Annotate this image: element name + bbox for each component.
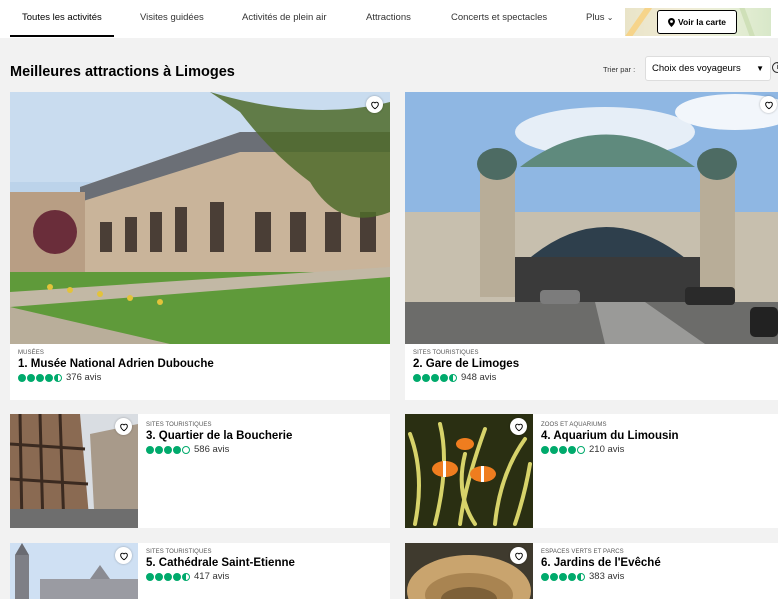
review-count[interactable]: 948 avis: [461, 372, 496, 383]
rating-bubbles: 210 avis: [541, 444, 679, 455]
attraction-name[interactable]: 6. Jardins de l'Evêché: [541, 557, 661, 569]
attraction-category: ZOOS ET AQUARIUMS: [541, 422, 607, 428]
attraction-card-2[interactable]: SITES TOURISTIQUES 2. Gare de Limoges 94…: [405, 92, 778, 400]
heart-icon: [370, 101, 379, 109]
attraction-card-1[interactable]: MUSÉES 1. Musée National Adrien Dubouche…: [10, 92, 390, 400]
top-nav: Toutes les activités Visites guidées Act…: [0, 0, 778, 38]
tab-attractions[interactable]: Attractions: [366, 12, 411, 23]
attraction-name[interactable]: 5. Cathédrale Saint-Etienne: [146, 557, 295, 569]
attraction-card-5[interactable]: SITES TOURISTIQUES 5. Cathédrale Saint-E…: [10, 543, 390, 599]
save-heart-button[interactable]: [115, 418, 132, 435]
heart-icon: [119, 552, 128, 560]
info-icon[interactable]: i: [772, 62, 778, 73]
attraction-category: SITES TOURISTIQUES: [146, 549, 212, 555]
attraction-category: MUSÉES: [18, 350, 44, 356]
review-count[interactable]: 376 avis: [66, 372, 101, 383]
heart-icon: [119, 423, 128, 431]
rating-bubbles: 417 avis: [146, 571, 295, 582]
chevron-down-icon: ⌄: [604, 13, 614, 22]
attraction-name[interactable]: 3. Quartier de la Boucherie: [146, 430, 292, 442]
attraction-category: ESPACES VERTS ET PARCS: [541, 549, 624, 555]
save-heart-button[interactable]: [510, 547, 527, 564]
map-pin-icon: [668, 17, 675, 27]
attraction-category: SITES TOURISTIQUES: [413, 350, 479, 356]
attraction-name[interactable]: 2. Gare de Limoges: [413, 358, 519, 370]
save-heart-button[interactable]: [760, 96, 777, 113]
tab-outdoor-activities[interactable]: Activités de plein air: [242, 12, 326, 23]
rating-bubbles: 383 avis: [541, 571, 661, 582]
attraction-photo-museum[interactable]: [10, 92, 390, 344]
review-count[interactable]: 383 avis: [589, 571, 624, 582]
view-map-label: Voir la carte: [677, 17, 727, 27]
attraction-card-6[interactable]: ESPACES VERTS ET PARCS 6. Jardins de l'E…: [405, 543, 778, 599]
sort-value: Choix des voyageurs: [652, 63, 741, 74]
review-count[interactable]: 210 avis: [589, 444, 624, 455]
attraction-photo-train-station[interactable]: [405, 92, 778, 344]
save-heart-button[interactable]: [510, 418, 527, 435]
heart-icon: [764, 101, 773, 109]
active-tab-indicator: [10, 35, 114, 37]
review-count[interactable]: 417 avis: [194, 571, 229, 582]
attraction-card-3[interactable]: SITES TOURISTIQUES 3. Quartier de la Bou…: [10, 414, 390, 528]
attraction-card-4[interactable]: ZOOS ET AQUARIUMS 4. Aquarium du Limousi…: [405, 414, 778, 528]
tab-concerts-shows[interactable]: Concerts et spectacles: [451, 12, 547, 23]
attraction-name[interactable]: 1. Musée National Adrien Dubouche: [18, 358, 214, 370]
tab-more-label: Plus: [586, 12, 605, 23]
save-heart-button[interactable]: [115, 547, 132, 564]
page-title: Meilleures attractions à Limoges: [10, 64, 235, 80]
caret-down-icon: ▼: [756, 64, 764, 73]
view-map-button[interactable]: Voir la carte: [657, 10, 737, 34]
sort-dropdown[interactable]: Choix des voyageurs ▼: [645, 56, 771, 81]
attraction-name[interactable]: 4. Aquarium du Limousin: [541, 430, 679, 442]
save-heart-button[interactable]: [366, 96, 383, 113]
tab-guided-tours[interactable]: Visites guidées: [140, 12, 204, 23]
heart-icon: [514, 552, 523, 560]
rating-bubbles: 586 avis: [146, 444, 292, 455]
tab-more[interactable]: Plus ⌄: [586, 12, 613, 23]
rating-bubbles: 948 avis: [413, 372, 519, 383]
rating-bubbles: 376 avis: [18, 372, 214, 383]
sort-label: Trier par :: [603, 65, 636, 74]
tab-all-activities[interactable]: Toutes les activités: [22, 12, 102, 23]
review-count[interactable]: 586 avis: [194, 444, 229, 455]
heart-icon: [514, 423, 523, 431]
attraction-category: SITES TOURISTIQUES: [146, 422, 212, 428]
